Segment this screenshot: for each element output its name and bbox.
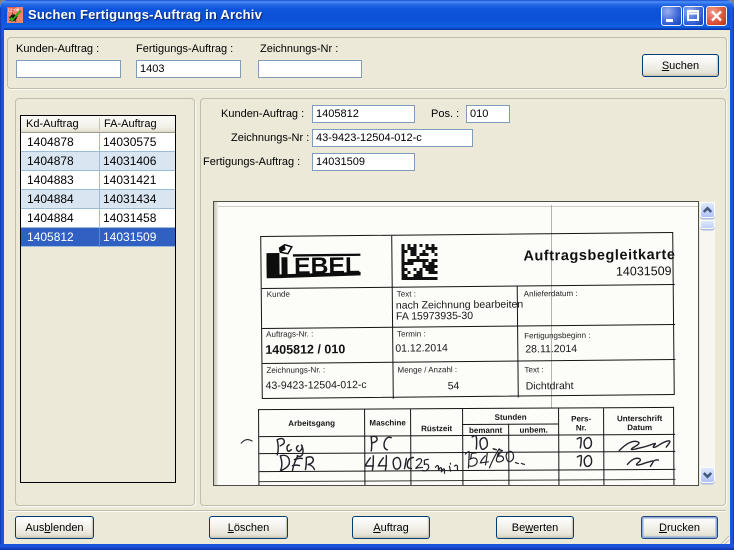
svg-text:EBEL: EBEL	[294, 253, 360, 280]
svg-text:12:00: 12:00	[8, 8, 20, 13]
